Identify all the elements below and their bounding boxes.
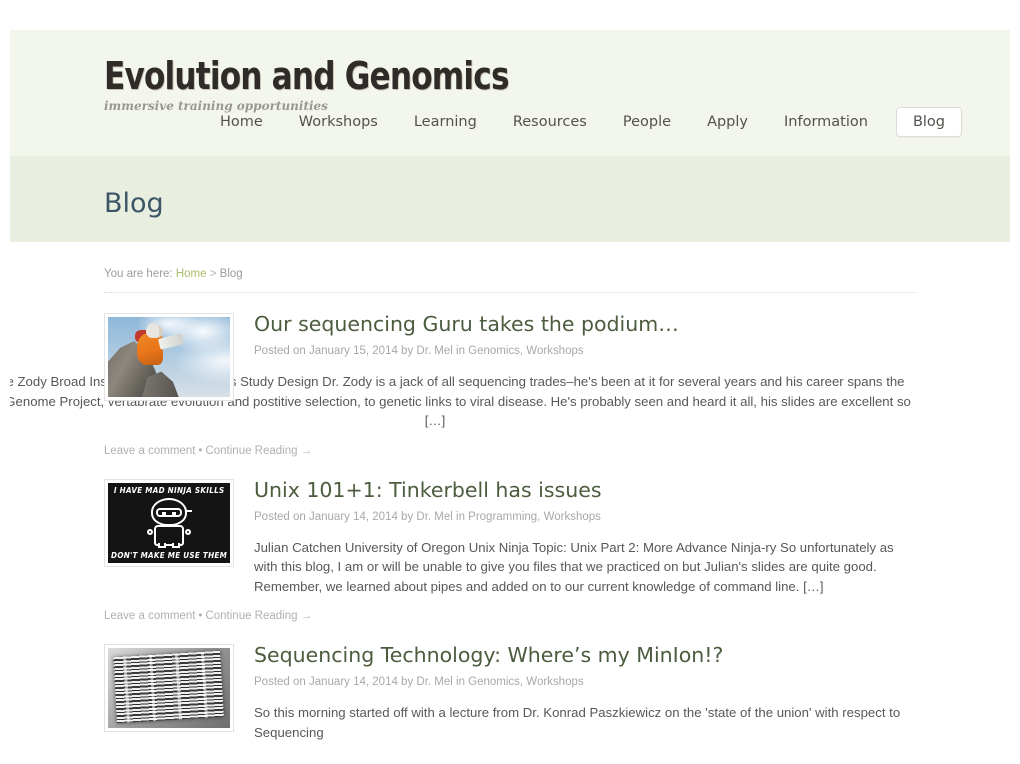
ninja-character-icon [146,497,192,548]
main-navigation: Home Workshops Learning Resources People… [202,107,962,137]
post-title-link[interactable]: Our sequencing Guru takes the podium… [254,311,916,337]
nav-item-workshops[interactable]: Workshops [281,108,396,136]
post-thumbnail[interactable] [104,644,234,732]
nav-item-learning[interactable]: Learning [396,108,495,136]
footer-separator: • [198,610,203,622]
blog-post-item: Our sequencing Guru takes the podium… Po… [10,293,916,459]
nav-item-information[interactable]: Information [766,108,886,136]
ninja-meme-top-text: I HAVE MAD NINJA SKILLS [113,485,225,495]
continue-reading-link[interactable]: Continue Reading → [205,445,312,457]
post-footer: Leave a comment • Continue Reading → [104,609,916,624]
breadcrumb-home-link[interactable]: Home [176,268,207,280]
ninja-meme-bottom-text: DON'T MAKE ME USE THEM [110,550,228,560]
sequencing-gel-image-icon [108,648,230,728]
leave-a-comment-link[interactable]: Leave a comment [104,610,195,622]
breadcrumb-separator: > [209,268,217,280]
footer-separator: • [198,444,203,457]
nav-item-blog[interactable]: Blog [895,107,962,137]
blog-post-item: Sequencing Technology: Where’s my MinIon… [104,624,916,742]
page-title-band: Blog [10,156,1010,242]
nav-item-resources[interactable]: Resources [495,108,605,136]
post-meta: Posted on January 15, 2014 by Dr. Mel in… [254,345,584,357]
breadcrumb-prefix: You are here: [104,268,173,280]
breadcrumb-current: Blog [219,268,243,280]
site-header: Evolution and Genomics immersive trainin… [10,30,1010,156]
guru-on-mountain-photo-icon [108,317,230,397]
post-excerpt: So this morning started off with a lectu… [254,705,901,740]
breadcrumb: You are here: Home > Blog [104,242,916,281]
post-meta: Posted on January 14, 2014 by Dr. Mel in… [254,510,601,523]
nav-item-people[interactable]: People [605,108,689,136]
post-title-link[interactable]: Sequencing Technology: Where’s my MinIon… [254,642,916,668]
post-footer: Leave a comment • Continue Reading → [104,444,916,459]
nav-item-apply[interactable]: Apply [689,108,766,136]
post-thumbnail[interactable] [104,313,234,401]
post-title-link[interactable]: Unix 101+1: Tinkerbell has issues [254,477,916,503]
post-thumbnail[interactable]: I HAVE MAD NINJA SKILLS DON'T MAKE ME US… [104,478,234,567]
site-branding[interactable]: Evolution and Genomics immersive trainin… [104,56,598,113]
main-content: You are here: Home > Blog Our sequencing… [10,242,1010,764]
nav-item-home[interactable]: Home [202,108,281,136]
blog-post-item: I HAVE MAD NINJA SKILLS DON'T MAKE ME US… [104,459,916,625]
ninja-meme-image-icon: I HAVE MAD NINJA SKILLS DON'T MAKE ME US… [108,482,230,563]
leave-a-comment-link[interactable]: Leave a comment [104,445,195,457]
page-title: Blog [104,188,164,219]
site-title[interactable]: Evolution and Genomics [104,56,510,96]
browser-page: Evolution and Genomics immersive trainin… [0,0,1020,764]
post-meta: Posted on January 14, 2014 by Dr. Mel in… [254,676,584,688]
post-excerpt: Julian Catchen University of Oregon Unix… [254,539,894,594]
continue-reading-link[interactable]: Continue Reading → [205,610,312,622]
